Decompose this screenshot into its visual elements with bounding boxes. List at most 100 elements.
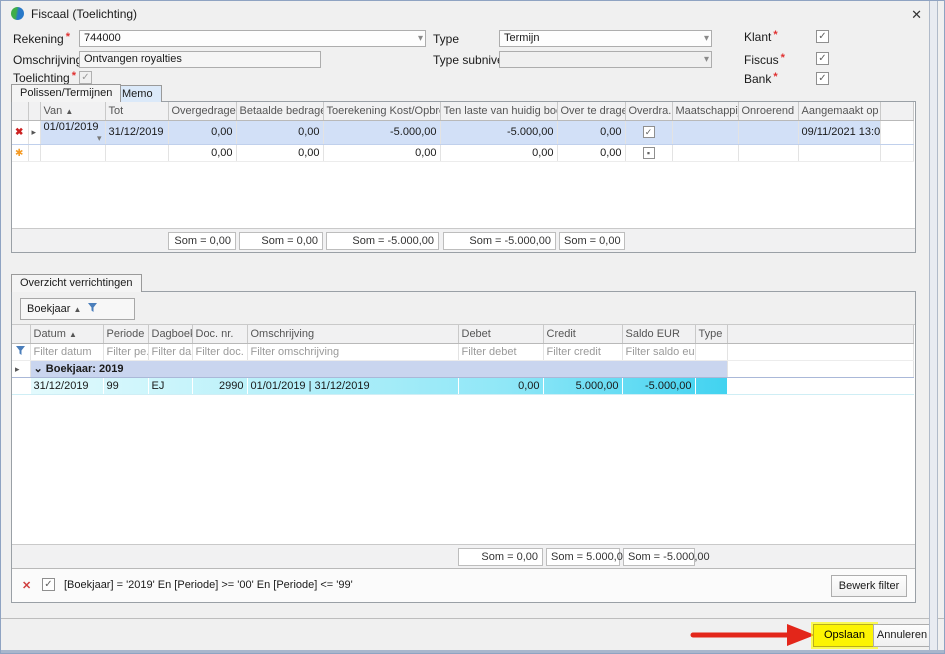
col-periode[interactable]: Periode: [103, 325, 148, 343]
col-overgedragen[interactable]: Overgedragen: [168, 102, 236, 120]
cell-onroerend[interactable]: [738, 144, 798, 161]
cell-type[interactable]: [695, 377, 727, 394]
tab-polissen-termijnen[interactable]: Polissen/Termijnen: [11, 84, 121, 102]
filter-enabled-checkbox[interactable]: ✓: [42, 578, 55, 591]
bank-checkbox[interactable]: ✓: [816, 72, 829, 85]
group-row-boekjaar-2019[interactable]: ▸ ⌄ Boekjaar: 2019: [12, 360, 913, 377]
cell-maatschappij[interactable]: [672, 144, 738, 161]
col-toerekening[interactable]: Toerekening Kost/Opbrengst: [323, 102, 440, 120]
cell-aangemaakt-op[interactable]: [798, 144, 880, 161]
opslaan-button[interactable]: Opslaan: [813, 624, 876, 647]
close-icon[interactable]: ✕: [911, 7, 922, 23]
cell-overgedragen[interactable]: 0,00: [168, 144, 236, 161]
col-ten-laste[interactable]: Ten laste van huidig boekjaar: [440, 102, 557, 120]
filter-saldo-input[interactable]: Filter saldo eur: [622, 343, 695, 360]
col-type[interactable]: Type: [695, 325, 727, 343]
cell-saldo[interactable]: -5.000,00: [622, 377, 695, 394]
cell-dagboek[interactable]: EJ: [148, 377, 192, 394]
termijnen-grid: Van ▲ Tot Overgedragen Betaalde bedragen…: [11, 101, 916, 253]
row-indicator-icon: ▸: [15, 364, 20, 374]
klant-checkbox[interactable]: ✓: [816, 30, 829, 43]
filter-datum-input[interactable]: Filter datum: [30, 343, 103, 360]
cell-credit[interactable]: 5.000,00: [543, 377, 622, 394]
sum-ten-laste: Som = -5.000,00: [443, 232, 556, 250]
required-marker: *: [781, 52, 785, 64]
chevron-down-icon[interactable]: ▾: [97, 133, 102, 144]
col-doc-nr[interactable]: Doc. nr.: [192, 325, 247, 343]
col-van[interactable]: Van ▲: [40, 102, 105, 120]
cell-datum[interactable]: 31/12/2019: [30, 377, 103, 394]
cell-betaalde[interactable]: 0,00: [236, 120, 323, 144]
table-row[interactable]: ✖ ▸ 01/01/2019▾ 31/12/2019 0,00 0,00 -5.…: [12, 120, 913, 144]
sort-asc-icon[interactable]: ▲: [73, 305, 81, 314]
sum-saldo: Som = -5.000,00: [623, 548, 695, 566]
col-credit[interactable]: Credit: [543, 325, 622, 343]
rekening-label: Rekening*: [13, 32, 70, 46]
header-blank: [12, 325, 30, 343]
cell-onroerend[interactable]: [738, 120, 798, 144]
cell-tot[interactable]: [105, 144, 168, 161]
annuleren-button[interactable]: Annuleren: [873, 624, 931, 647]
cell-maatschappij[interactable]: [672, 120, 738, 144]
col-overdraagbaar[interactable]: Overdra...: [625, 102, 672, 120]
cell-periode[interactable]: 99: [103, 377, 148, 394]
overdraagbaar-checkbox[interactable]: ✓: [643, 126, 655, 138]
cell-omschrijving[interactable]: 01/01/2019 | 31/12/2019: [247, 377, 458, 394]
col-aangemaakt-op[interactable]: Aangemaakt op: [798, 102, 880, 120]
cell-ten-laste[interactable]: -5.000,00: [440, 120, 557, 144]
cell-betaalde[interactable]: 0,00: [236, 144, 323, 161]
omschrijving-input[interactable]: Ontvangen royalties: [79, 51, 321, 68]
filter-bar: ✕ ✓ [Boekjaar] = '2019' En [Periode] >= …: [12, 568, 915, 602]
clear-filter-icon[interactable]: ✕: [22, 579, 31, 592]
cell-ten-laste[interactable]: 0,00: [440, 144, 557, 161]
bewerk-filter-button[interactable]: Bewerk filter: [831, 575, 907, 597]
rekening-combobox[interactable]: 744000 ▾: [79, 30, 426, 47]
overdraagbaar-checkbox[interactable]: ▪: [643, 147, 655, 159]
cell-debet[interactable]: 0,00: [458, 377, 543, 394]
cell-toerekening[interactable]: 0,00: [323, 144, 440, 161]
col-omschrijving[interactable]: Omschrijving: [247, 325, 458, 343]
col-maatschappij[interactable]: Maatschappij: [672, 102, 738, 120]
col-over-te-dragen[interactable]: Over te dragen: [557, 102, 625, 120]
filter-credit-input[interactable]: Filter credit: [543, 343, 622, 360]
filter-dagboek-input[interactable]: Filter da...: [148, 343, 192, 360]
chevron-down-icon[interactable]: ▾: [418, 31, 423, 46]
cell-over-te-dragen[interactable]: 0,00: [557, 144, 625, 161]
required-marker: *: [773, 71, 777, 83]
col-datum[interactable]: Datum ▲: [30, 325, 103, 343]
group-by-boekjaar[interactable]: Boekjaar ▲: [20, 298, 135, 320]
title-bar: Fiscaal (Toelichting) ✕: [1, 1, 944, 25]
filter-omschrijving-input[interactable]: Filter omschrijving: [247, 343, 458, 360]
cell-van[interactable]: [40, 144, 105, 161]
chevron-down-icon[interactable]: ▾: [704, 31, 709, 46]
cell-doc-nr[interactable]: 2990: [192, 377, 247, 394]
type-combobox[interactable]: Termijn ▾: [499, 30, 712, 47]
delete-row-icon[interactable]: ✖: [15, 127, 23, 138]
col-betaalde-bedragen[interactable]: Betaalde bedragen: [236, 102, 323, 120]
col-saldo-eur[interactable]: Saldo EUR: [622, 325, 695, 343]
filter-debet-input[interactable]: Filter debet: [458, 343, 543, 360]
col-onroerend[interactable]: Onroerend: [738, 102, 798, 120]
cell-overgedragen[interactable]: 0,00: [168, 120, 236, 144]
col-debet[interactable]: Debet: [458, 325, 543, 343]
table-row[interactable]: 31/12/2019 99 EJ 2990 01/01/2019 | 31/12…: [12, 377, 913, 394]
cell-over-te-dragen[interactable]: 0,00: [557, 120, 625, 144]
filter-periode-input[interactable]: Filter pe...: [103, 343, 148, 360]
cell-aangemaakt-op[interactable]: 09/11/2021 13:06: [798, 120, 880, 144]
filter-icon[interactable]: [88, 299, 97, 319]
tab-overzicht-verrichtingen[interactable]: Overzicht verrichtingen: [11, 274, 142, 292]
cell-van[interactable]: 01/01/2019▾: [40, 120, 105, 144]
filter-doc-nr-input[interactable]: Filter doc. nr.: [192, 343, 247, 360]
collapse-icon[interactable]: ⌄: [34, 363, 43, 375]
col-tot[interactable]: Tot: [105, 102, 168, 120]
verrichtingen-sum-footer: Som = 0,00 Som = 5.000,00 Som = -5.000,0…: [12, 544, 915, 568]
sum-betaalde: Som = 0,00: [239, 232, 323, 250]
window-scrollbar[interactable]: [929, 1, 938, 650]
fiscus-checkbox[interactable]: ✓: [816, 52, 829, 65]
table-row-new[interactable]: ✱ 0,00 0,00 0,00 0,00 0,00 ▪: [12, 144, 913, 161]
col-dagboek[interactable]: Dagboek: [148, 325, 192, 343]
filter-type-input[interactable]: [695, 343, 727, 360]
cell-toerekening[interactable]: -5.000,00: [323, 120, 440, 144]
cell-tot[interactable]: 31/12/2019: [105, 120, 168, 144]
window-bottom-edge: [1, 650, 944, 653]
